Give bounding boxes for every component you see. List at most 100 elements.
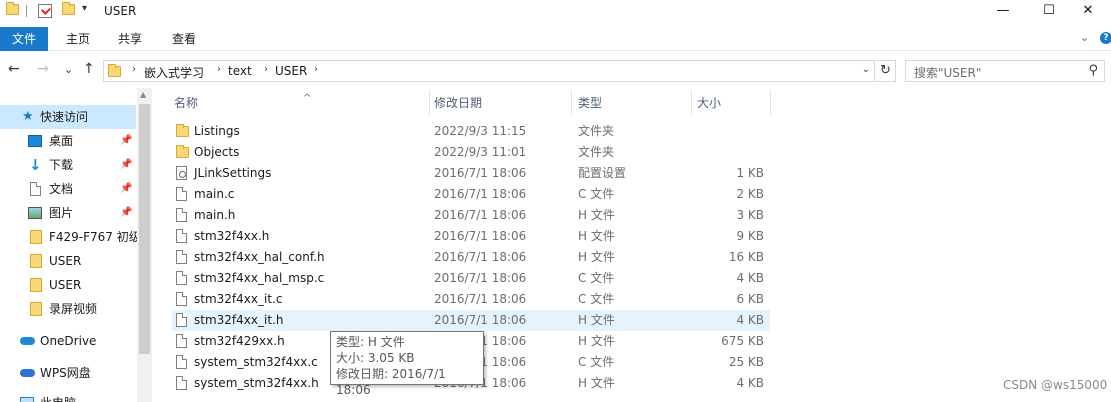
list-item[interactable]: stm32f4xx.h 2016/7/1 18:06 H 文件 9 KB [172,226,770,247]
pin-icon[interactable]: 📌 [120,153,132,177]
file-name: stm32f4xx.h [194,229,270,243]
list-item[interactable]: JLinkSettings 2016/7/1 18:06 配置设置 1 KB [172,163,770,184]
address-bar[interactable]: › 嵌入式学习 › text › USER › ⌄ [103,60,875,82]
column-header-type[interactable]: 类型 [572,90,692,116]
chevron-right-icon[interactable]: › [217,64,221,75]
tab-file[interactable]: 文件 [0,27,48,51]
file-name: Listings [194,124,240,138]
file-type: C 文件 [578,271,615,285]
file-type: C 文件 [578,355,615,369]
help-icon[interactable]: ? [1100,32,1111,44]
folder-icon [176,145,189,158]
search-box[interactable]: 搜索"USER" ⚲ [905,60,1105,82]
file-size: 1 KB [736,166,764,180]
list-item[interactable]: stm32f4xx_it.h 2016/7/1 18:06 H 文件 4 KB [172,310,770,331]
config-file-icon [176,166,187,180]
column-header-name[interactable]: 名称 ^ [168,90,430,116]
pin-icon[interactable]: 📌 [120,129,132,153]
file-type: C 文件 [578,292,615,306]
chevron-right-icon[interactable]: › [264,64,268,75]
expand-ribbon-icon[interactable]: ⌄ [1080,31,1089,44]
pin-icon[interactable]: 📌 [120,177,132,201]
tooltip-size: 大小: 3.05 KB [336,351,415,365]
list-item[interactable]: stm32f4xx_hal_conf.h 2016/7/1 18:06 H 文件… [172,247,770,268]
search-icon[interactable]: ⚲ [1088,63,1098,78]
sidebar-item-pictures[interactable]: 图片 📌 [0,201,136,225]
tab-home[interactable]: 主页 [54,27,102,51]
close-button[interactable]: ✕ [1065,0,1111,24]
tab-share[interactable]: 共享 [106,27,154,51]
file-date: 2016/7/1 18:06 [434,229,527,243]
sidebar-item-this-pc[interactable]: 此电脑 [0,391,136,402]
breadcrumb-item[interactable]: USER [275,64,307,78]
list-item[interactable]: Listings 2022/9/3 11:15 文件夹 [172,121,770,142]
breadcrumb-item[interactable]: text [228,64,252,78]
window-title: USER [104,4,137,18]
new-folder-icon[interactable] [62,2,75,15]
list-item[interactable]: main.h 2016/7/1 18:06 H 文件 3 KB [172,205,770,226]
chevron-right-icon[interactable]: › [314,64,318,75]
file-size: 4 KB [736,313,764,327]
column-header-date[interactable]: 修改日期 [428,90,572,116]
tab-view[interactable]: 查看 [160,27,208,51]
sidebar-item-label: 文档 [49,182,74,196]
watermark: CSDN @ws15000 [1003,378,1108,392]
file-type: H 文件 [578,376,615,390]
file-size: 9 KB [736,229,764,243]
file-date: 2016/7/1 18:06 [434,208,527,222]
sidebar-item-folder[interactable]: USER [0,273,136,297]
list-item[interactable]: stm32f4xx_it.c 2016/7/1 18:06 C 文件 6 KB [172,289,770,310]
sidebar-item-documents[interactable]: 文档 📌 [0,177,136,201]
quick-access-toolbar-dropdown[interactable]: ▾ [82,3,87,14]
sidebar-item-folder[interactable]: F429-F767 初级 [0,225,141,249]
sidebar-item-folder[interactable]: 录屏视频 [0,297,136,321]
forward-button[interactable]: → [37,61,49,77]
list-item[interactable]: Objects 2022/9/3 11:01 文件夹 [172,142,770,163]
sidebar-item-label: F429-F767 初级 [49,230,141,244]
cloud-icon [20,337,35,345]
list-item[interactable]: stm32f4xx_hal_msp.c 2016/7/1 18:06 C 文件 … [172,268,770,289]
sidebar-item-quick-access[interactable]: ★ 快速访问 [0,105,136,129]
file-size: 4 KB [736,271,764,285]
file-date: 2016/7/1 18:06 [434,271,527,285]
file-icon [176,313,187,327]
pin-icon[interactable]: 📌 [120,201,132,225]
column-header-size[interactable]: 大小 [691,90,771,116]
list-item[interactable]: main.c 2016/7/1 18:06 C 文件 2 KB [172,184,770,205]
file-name: JLinkSettings [194,166,272,180]
tooltip-modified: 修改日期: 2016/7/1 18:06 [336,367,446,397]
cloud-icon [20,369,35,377]
breadcrumb-item[interactable]: 嵌入式学习 [144,64,204,81]
sort-ascending-icon: ^ [303,93,312,104]
file-icon [176,229,187,243]
scroll-up-icon[interactable]: ▲ [140,90,146,99]
file-date: 2022/9/3 11:15 [434,124,527,138]
search-input[interactable]: 搜索"USER" [914,64,981,81]
file-icon [176,187,187,201]
file-name: stm32f4xx_it.h [194,313,284,327]
sidebar-item-desktop[interactable]: 桌面 📌 [0,129,136,153]
properties-icon[interactable] [38,4,52,18]
file-icon [176,355,187,369]
file-icon [176,250,187,264]
picture-icon [28,207,42,219]
refresh-button[interactable]: ↻ [876,60,896,82]
chevron-down-icon[interactable]: ⌄ [862,64,870,75]
file-name: system_stm32f4xx.c [194,355,318,369]
recent-locations-button[interactable]: ⌄ [64,63,73,76]
sidebar-scrollbar[interactable]: ▲ [137,88,152,402]
column-label: 名称 [174,96,199,110]
file-size: 3 KB [736,208,764,222]
up-button[interactable]: ↑ [83,61,95,77]
chevron-right-icon[interactable]: › [132,64,136,75]
sidebar-item-folder[interactable]: USER [0,249,136,273]
download-icon: ↓ [29,156,42,174]
scrollbar-thumb[interactable] [139,104,150,354]
sidebar-item-downloads[interactable]: ↓ 下载 📌 [0,153,136,177]
file-icon [176,271,187,285]
file-name: stm32f4xx_hal_conf.h [194,250,325,264]
minimize-button[interactable]: — [980,0,1026,24]
sidebar-item-wps-drive[interactable]: WPS网盘 [0,361,136,385]
sidebar-item-onedrive[interactable]: OneDrive [0,329,136,353]
back-button[interactable]: ← [8,61,20,77]
